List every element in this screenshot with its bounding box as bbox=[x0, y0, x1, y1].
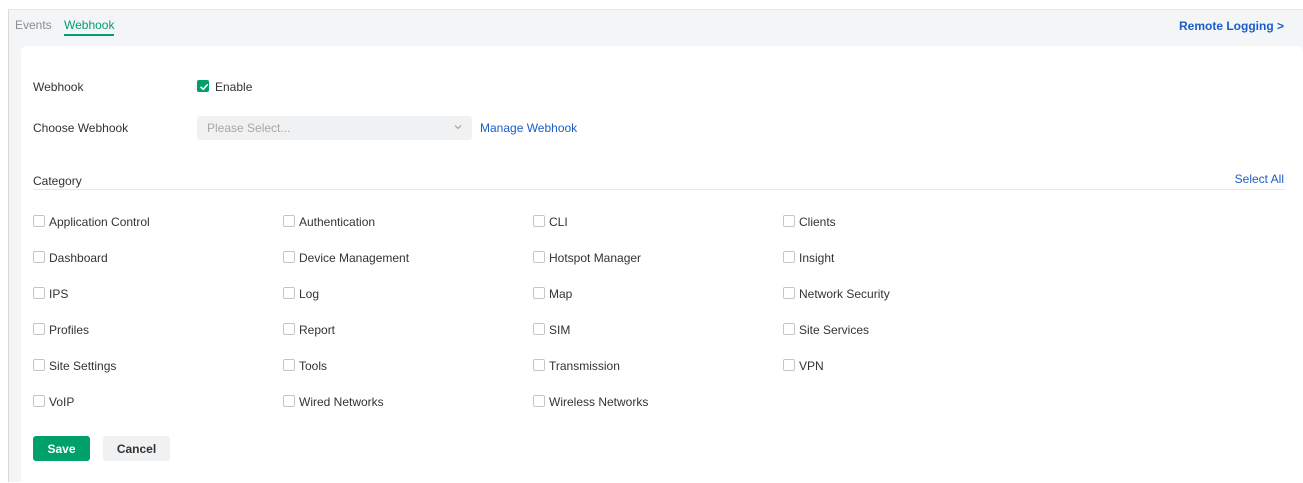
category-checkbox[interactable] bbox=[283, 215, 295, 227]
category-label: IPS bbox=[49, 287, 69, 301]
category-checkbox[interactable] bbox=[33, 395, 45, 407]
category-label: CLI bbox=[549, 215, 568, 229]
category-checkbox[interactable] bbox=[33, 323, 45, 335]
category-label: Authentication bbox=[299, 215, 376, 229]
category-checkbox[interactable] bbox=[283, 251, 295, 263]
category-checkbox[interactable] bbox=[533, 395, 545, 407]
tab-bar: Events Webhook Remote Logging > bbox=[9, 10, 1303, 46]
category-label: Tools bbox=[299, 359, 328, 373]
category-label: Transmission bbox=[549, 359, 620, 373]
category-label: Site Settings bbox=[49, 359, 117, 373]
category-label: Wireless Networks bbox=[549, 395, 649, 409]
webhook-label: Webhook bbox=[33, 80, 84, 94]
category-checkbox[interactable] bbox=[533, 251, 545, 263]
category-label: Network Security bbox=[799, 287, 890, 301]
cancel-button[interactable]: Cancel bbox=[103, 436, 170, 461]
enable-label: Enable bbox=[215, 80, 253, 94]
category-label: Dashboard bbox=[49, 251, 108, 265]
category-label: SIM bbox=[549, 323, 571, 337]
checkmark-icon bbox=[200, 84, 208, 91]
category-checkbox[interactable] bbox=[283, 359, 295, 371]
category-checkbox[interactable] bbox=[783, 251, 795, 263]
category-label: Hotspot Manager bbox=[549, 251, 642, 265]
category-label: Wired Networks bbox=[299, 395, 384, 409]
category-checkbox[interactable] bbox=[783, 323, 795, 335]
active-tab-underline bbox=[64, 34, 115, 36]
category-checkbox[interactable] bbox=[33, 215, 45, 227]
remote-logging-link[interactable]: Remote Logging > bbox=[1179, 19, 1284, 33]
category-divider bbox=[33, 189, 1285, 190]
category-label: Insight bbox=[799, 251, 835, 265]
category-checkbox[interactable] bbox=[33, 287, 45, 299]
category-label: Device Management bbox=[299, 251, 410, 265]
enable-checkbox[interactable] bbox=[197, 80, 209, 92]
save-button[interactable]: Save bbox=[33, 436, 90, 461]
category-label: Site Services bbox=[799, 323, 870, 337]
choose-webhook-label: Choose Webhook bbox=[33, 121, 129, 135]
category-checkbox[interactable] bbox=[533, 323, 545, 335]
category-checkbox[interactable] bbox=[283, 395, 295, 407]
category-heading: Category bbox=[33, 174, 82, 188]
tab-webhook-label: Webhook bbox=[64, 18, 115, 32]
category-label: Application Control bbox=[49, 215, 150, 229]
category-label: Report bbox=[299, 323, 336, 337]
category-label: Map bbox=[549, 287, 573, 301]
webhook-settings-frame: Events Webhook Remote Logging > Webhook … bbox=[8, 9, 1303, 483]
category-checkbox[interactable] bbox=[783, 287, 795, 299]
manage-webhook-link[interactable]: Manage Webhook bbox=[480, 121, 577, 135]
category-checkbox[interactable] bbox=[533, 215, 545, 227]
category-label: Log bbox=[299, 287, 320, 301]
select-all-link[interactable]: Select All bbox=[1235, 172, 1284, 186]
category-label: VoIP bbox=[49, 395, 75, 409]
category-checkbox[interactable] bbox=[283, 323, 295, 335]
category-label: VPN bbox=[799, 359, 824, 373]
category-checkbox[interactable] bbox=[283, 287, 295, 299]
category-label: Profiles bbox=[49, 323, 90, 337]
choose-webhook-select[interactable]: Please Select... bbox=[197, 116, 472, 140]
category-checkbox[interactable] bbox=[783, 359, 795, 371]
choose-webhook-placeholder: Please Select... bbox=[207, 121, 291, 135]
category-checkbox[interactable] bbox=[33, 251, 45, 263]
tab-events[interactable]: Events bbox=[15, 18, 52, 32]
category-checkbox[interactable] bbox=[783, 215, 795, 227]
category-checkbox[interactable] bbox=[533, 359, 545, 371]
category-checkbox[interactable] bbox=[533, 287, 545, 299]
tab-webhook[interactable]: Webhook bbox=[64, 18, 115, 36]
chevron-down-icon bbox=[454, 125, 462, 130]
webhook-form-panel: Webhook Enable Choose Webhook Please Sel… bbox=[21, 46, 1303, 483]
category-label: Clients bbox=[799, 215, 836, 229]
category-checkbox[interactable] bbox=[33, 359, 45, 371]
